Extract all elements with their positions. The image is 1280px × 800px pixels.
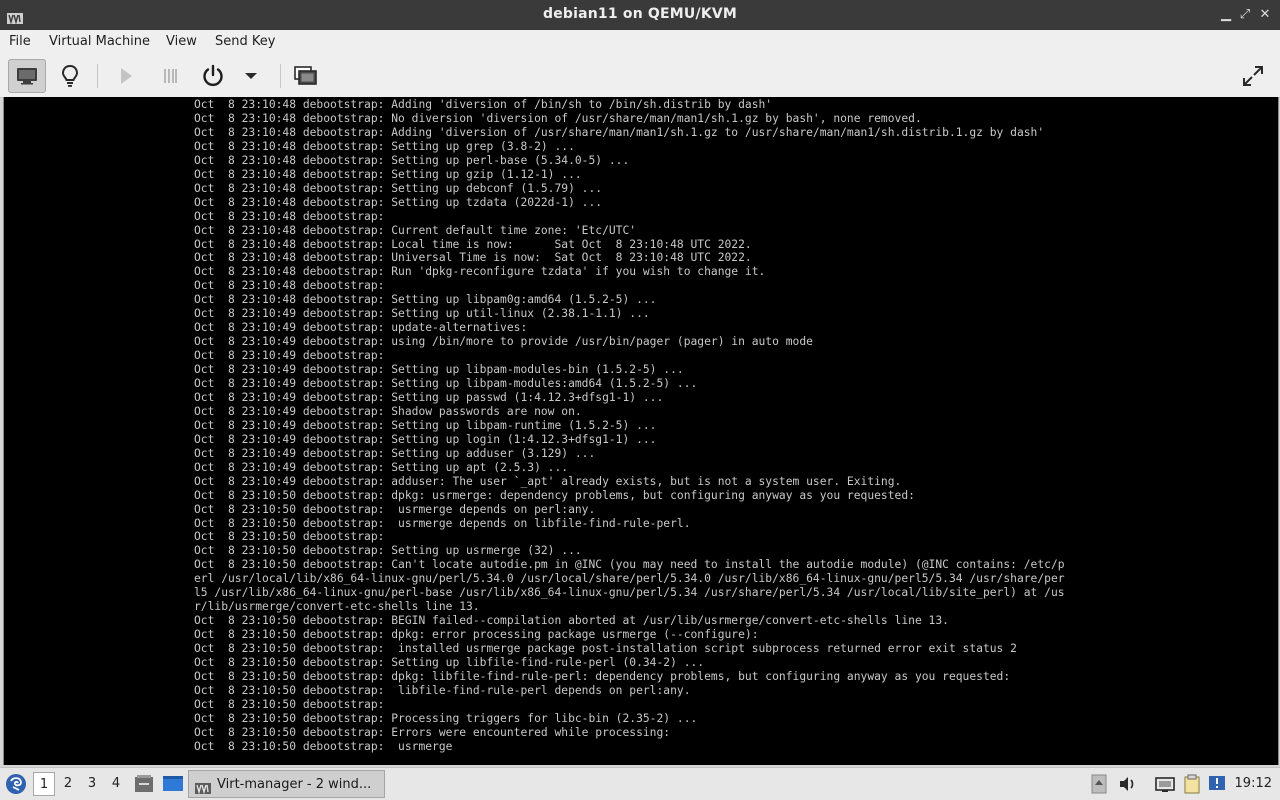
console-line: Oct 8 23:10:50 debootstrap: dpkg: usrmer… [194, 488, 915, 502]
window-titlebar[interactable]: debian11 on QEMU/KVM ▁ ⤢ ✕ [0, 0, 1280, 30]
maximize-button[interactable]: ⤢ [1237, 7, 1253, 23]
menu-virtual-machine[interactable]: Virtual Machine [49, 34, 150, 49]
console-line: Oct 8 23:10:50 debootstrap: Setting up l… [194, 656, 705, 669]
run-button[interactable] [107, 59, 145, 93]
console-line: Oct 8 23:10:48 debootstrap: Adding 'dive… [194, 125, 1045, 139]
network-icon[interactable] [1155, 774, 1175, 794]
console-line: Oct 8 23:10:48 debootstrap: No diversion… [194, 111, 922, 125]
console-line: Oct 8 23:10:49 debootstrap: Setting up p… [194, 390, 664, 404]
console-line: Oct 8 23:10:48 debootstrap: Setting up g… [194, 139, 575, 153]
console-line: Oct 8 23:10:50 debootstrap: [194, 530, 385, 544]
console-line: Oct 8 23:10:48 debootstrap: Setting up t… [194, 195, 603, 209]
console-line: Oct 8 23:10:49 debootstrap: Setting up l… [194, 377, 698, 390]
console-line: Oct 8 23:10:49 debootstrap: Shadow passw… [194, 404, 582, 418]
console-line: Oct 8 23:10:49 debootstrap: Setting up u… [194, 307, 650, 321]
file-manager-icon[interactable] [134, 774, 154, 798]
console-line: Oct 8 23:10:50 debootstrap: BEGIN failed… [194, 614, 949, 628]
console-line: Oct 8 23:10:48 debootstrap: Setting up g… [194, 167, 582, 181]
console-line: Oct 8 23:10:48 debootstrap: Setting up d… [194, 181, 603, 195]
fullscreen-button[interactable] [1234, 59, 1272, 93]
console-line: Oct 8 23:10:48 debootstrap: [194, 279, 385, 293]
show-details-button[interactable] [51, 59, 89, 93]
console-line: Oct 8 23:10:48 debootstrap: Current defa… [194, 223, 637, 237]
console-line: Oct 8 23:10:50 debootstrap: Can't locate… [194, 558, 1065, 572]
console-line: Oct 8 23:10:49 debootstrap: adduser: The… [194, 474, 902, 488]
console-line: Oct 8 23:10:49 debootstrap: Setting up l… [194, 432, 657, 446]
console-line: Oct 8 23:10:49 debootstrap: Setting up l… [194, 363, 684, 377]
taskbar: 1 2 3 4 Virt-manager - 2 wind... 19:12 [0, 767, 1280, 800]
clipboard-icon[interactable] [1182, 774, 1202, 794]
toolbar-separator [280, 64, 281, 88]
console-line: Oct 8 23:10:50 debootstrap: libfile-find… [194, 683, 691, 697]
workspace-3[interactable]: 3 [81, 772, 103, 796]
toolbar [0, 55, 1280, 98]
play-icon [118, 67, 134, 85]
workspace-2[interactable]: 2 [57, 772, 79, 796]
shutdown-button[interactable] [194, 59, 232, 93]
vm-console-display[interactable]: Oct 8 23:10:48 debootstrap: Adding 'dive… [3, 97, 1279, 765]
console-line: Oct 8 23:10:50 debootstrap: usrmerge [194, 739, 453, 753]
console-line: Oct 8 23:10:48 debootstrap: Run 'dpkg-re… [194, 265, 766, 279]
console-line: Oct 8 23:10:49 debootstrap: using /bin/m… [194, 335, 813, 349]
update-notifier-icon[interactable] [1207, 774, 1227, 794]
console-line: erl /usr/local/lib/x86_64-linux-gnu/perl… [194, 572, 1065, 586]
dropdown-arrow-icon [244, 71, 258, 81]
console-line: Oct 8 23:10:50 debootstrap: usrmerge dep… [194, 516, 691, 530]
window-title: debian11 on QEMU/KVM [542, 6, 738, 22]
console-line: Oct 8 23:10:50 debootstrap: Errors were … [194, 725, 671, 739]
console-line: Oct 8 23:10:49 debootstrap: [194, 349, 385, 363]
volume-icon[interactable] [1117, 774, 1137, 794]
console-line: Oct 8 23:10:50 debootstrap: usrmerge dep… [194, 502, 596, 516]
console-line: Oct 8 23:10:50 debootstrap: dpkg: error … [194, 628, 759, 642]
taskbar-item-label: Virt-manager - 2 wind... [217, 777, 372, 792]
menu-bar: File Virtual Machine View Send Key [0, 30, 1280, 55]
console-line: Oct 8 23:10:48 debootstrap: Local time i… [194, 237, 752, 251]
show-console-button[interactable] [8, 59, 46, 93]
notification-arrow-icon[interactable] [1090, 774, 1110, 794]
pause-button[interactable] [151, 59, 189, 93]
console-line: Oct 8 23:10:50 debootstrap: installed us… [194, 642, 1017, 656]
workspace-1[interactable]: 1 [33, 772, 55, 796]
console-line: Oct 8 23:10:48 debootstrap: [194, 209, 385, 223]
console-line: Oct 8 23:10:48 debootstrap: Universal Ti… [194, 251, 752, 265]
console-line: l5 /usr/lib/x86_64-linux-gnu/perl-base /… [194, 586, 1065, 600]
virt-manager-task-icon [195, 779, 211, 798]
pause-icon [162, 67, 178, 85]
menu-view[interactable]: View [166, 34, 197, 49]
close-button[interactable]: ✕ [1257, 7, 1273, 23]
console-line: Oct 8 23:10:49 debootstrap: Setting up l… [194, 418, 657, 432]
console-line: r/lib/usrmerge/convert-etc-shells line 1… [194, 600, 480, 614]
clock: 19:12 [1234, 776, 1272, 791]
start-menu-icon[interactable] [5, 773, 27, 799]
console-line: Oct 8 23:10:49 debootstrap: Setting up a… [194, 460, 569, 474]
screenshot-icon [294, 66, 318, 86]
console-line: Oct 8 23:10:49 debootstrap: Setting up a… [194, 446, 596, 460]
shutdown-menu-button[interactable] [233, 59, 269, 93]
console-line: Oct 8 23:10:50 debootstrap: Processing t… [194, 711, 698, 725]
console-line: Oct 8 23:10:49 debootstrap: update-alter… [194, 321, 528, 335]
taskbar-item-virt-manager[interactable]: Virt-manager - 2 wind... [188, 770, 385, 798]
snapshots-button[interactable] [287, 59, 325, 93]
console-line: Oct 8 23:10:48 debootstrap: Setting up p… [194, 153, 630, 167]
workspace-4[interactable]: 4 [105, 772, 127, 796]
lightbulb-icon [60, 64, 80, 88]
console-icon [16, 67, 38, 85]
console-line: Oct 8 23:10:50 debootstrap: Setting up u… [194, 544, 582, 558]
console-line: Oct 8 23:10:48 debootstrap: Adding 'dive… [194, 98, 773, 111]
menu-send-key[interactable]: Send Key [215, 34, 275, 49]
power-icon [201, 64, 225, 88]
toolbar-separator [97, 64, 98, 88]
fullscreen-icon [1241, 64, 1265, 88]
console-line: Oct 8 23:10:48 debootstrap: Setting up l… [194, 293, 657, 307]
minimize-button[interactable]: ▁ [1218, 7, 1234, 23]
desktop-icon[interactable] [162, 775, 184, 797]
menu-file[interactable]: File [9, 34, 31, 49]
console-line: Oct 8 23:10:50 debootstrap: [194, 697, 385, 711]
console-line: Oct 8 23:10:50 debootstrap: dpkg: libfil… [194, 669, 1011, 683]
